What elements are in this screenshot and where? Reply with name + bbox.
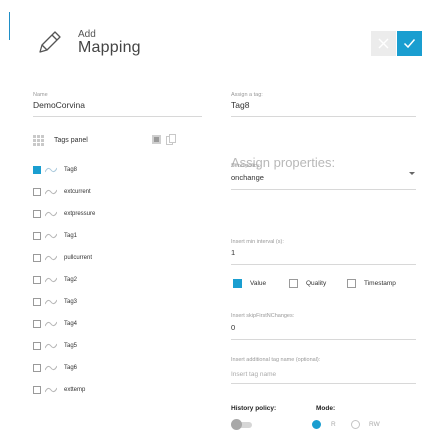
min-interval-input[interactable]: 1 xyxy=(231,248,235,257)
grid-icon xyxy=(33,135,44,146)
select-all-icon[interactable] xyxy=(152,135,161,144)
tag-name: Tag4 xyxy=(64,321,78,327)
tag-row-tag6[interactable]: Tag6 xyxy=(33,362,153,374)
tag-checkbox[interactable] xyxy=(33,210,41,218)
tag-name: Tag8 xyxy=(64,167,78,173)
tag-row-tag1[interactable]: Tag1 xyxy=(33,230,153,242)
timestamp-checkbox[interactable] xyxy=(347,279,356,288)
tag-checkbox[interactable] xyxy=(33,166,41,174)
additional-name-label: Insert additional tag name (optional): xyxy=(231,357,321,363)
assign-tag-label: Assign a tag: xyxy=(231,92,263,98)
toggle-knob xyxy=(231,419,242,430)
mode-option-r-label: R xyxy=(331,421,336,428)
send-policy-label: Send policy xyxy=(231,163,260,169)
skip-changes-label: Insert skipFirstNChanges: xyxy=(231,313,295,319)
additional-name-underline xyxy=(231,383,416,384)
signal-wave-icon xyxy=(45,167,57,173)
tag-checkbox[interactable] xyxy=(33,342,41,350)
send-policy-underline xyxy=(231,189,416,190)
skip-changes-input[interactable]: 0 xyxy=(231,323,235,332)
tag-name: Tag6 xyxy=(64,365,78,371)
signal-wave-icon xyxy=(45,387,57,393)
value-checkbox[interactable] xyxy=(233,279,242,288)
tag-row-pullcurrent[interactable]: pullcurrent xyxy=(33,252,153,264)
tag-row-exttemp[interactable]: exttemp xyxy=(33,384,153,396)
tag-name: Tag3 xyxy=(64,299,78,305)
option-quality[interactable]: Quality xyxy=(289,279,326,288)
option-label: Quality xyxy=(306,280,327,287)
mode-radio-r[interactable] xyxy=(312,420,321,429)
page-title: Mapping xyxy=(78,39,141,56)
tags-panel-title: Tags panel xyxy=(54,137,88,144)
mode-label: Mode: xyxy=(316,405,336,412)
confirm-button[interactable] xyxy=(397,31,422,56)
option-label: Timestamp xyxy=(364,280,396,287)
name-label: Name xyxy=(33,92,48,98)
quality-checkbox[interactable] xyxy=(289,279,298,288)
tag-row-tag8[interactable]: Tag8 xyxy=(33,164,153,176)
min-interval-label: Insert min interval (s): xyxy=(231,239,284,245)
signal-wave-icon xyxy=(45,321,57,327)
tag-row-tag5[interactable]: Tag5 xyxy=(33,340,153,352)
option-value[interactable]: Value xyxy=(233,279,266,288)
tag-name: pullcurrent xyxy=(64,255,93,261)
assign-tag-underline xyxy=(231,116,416,117)
assign-tag-input[interactable]: Tag8 xyxy=(231,100,249,110)
mode-option-rw-label: RW xyxy=(369,421,380,428)
tag-checkbox[interactable] xyxy=(33,386,41,394)
tag-checkbox[interactable] xyxy=(33,298,41,306)
tag-name: extpressure xyxy=(64,211,96,217)
additional-name-input[interactable]: Insert tag name xyxy=(231,371,276,378)
tag-name: exttemp xyxy=(64,387,86,393)
tag-checkbox[interactable] xyxy=(33,364,41,372)
tag-name: Tag2 xyxy=(64,277,78,283)
close-icon xyxy=(378,38,389,49)
tag-row-extcurrent[interactable]: extcurrent xyxy=(33,186,153,198)
signal-wave-icon xyxy=(45,277,57,283)
history-policy-toggle[interactable] xyxy=(231,419,253,430)
tag-checkbox[interactable] xyxy=(33,232,41,240)
signal-wave-icon xyxy=(45,255,57,261)
tag-row-tag4[interactable]: Tag4 xyxy=(33,318,153,330)
signal-wave-icon xyxy=(45,211,57,217)
cancel-button[interactable] xyxy=(371,31,396,56)
chevron-down-icon[interactable] xyxy=(409,172,415,175)
tag-row-tag3[interactable]: Tag3 xyxy=(33,296,153,308)
tag-name: Tag1 xyxy=(64,233,78,239)
tag-row-extpressure[interactable]: extpressure xyxy=(33,208,153,220)
tag-name: extcurrent xyxy=(64,189,91,195)
check-icon xyxy=(403,39,416,49)
tag-checkbox[interactable] xyxy=(33,320,41,328)
option-label: Value xyxy=(250,280,267,287)
name-input[interactable]: DemoCorvina xyxy=(33,100,85,110)
tag-checkbox[interactable] xyxy=(33,188,41,196)
option-timestamp[interactable]: Timestamp xyxy=(347,279,396,288)
copy-icon[interactable] xyxy=(166,134,176,145)
tag-row-tag2[interactable]: Tag2 xyxy=(33,274,153,286)
signal-wave-icon xyxy=(45,233,57,239)
left-accent-rule xyxy=(9,12,10,40)
signal-wave-icon xyxy=(45,343,57,349)
tag-checkbox[interactable] xyxy=(33,254,41,262)
name-underline xyxy=(33,116,202,117)
send-policy-select[interactable]: onchange xyxy=(231,173,264,182)
tag-checkbox[interactable] xyxy=(33,276,41,284)
tag-name: Tag5 xyxy=(64,343,78,349)
signal-wave-icon xyxy=(45,365,57,371)
pencil-icon xyxy=(39,31,61,53)
signal-wave-icon xyxy=(45,299,57,305)
history-policy-label: History policy: xyxy=(231,405,277,412)
min-interval-underline xyxy=(231,264,416,265)
mode-radio-rw[interactable] xyxy=(351,420,360,429)
skip-changes-underline xyxy=(231,339,416,340)
signal-wave-icon xyxy=(45,189,57,195)
